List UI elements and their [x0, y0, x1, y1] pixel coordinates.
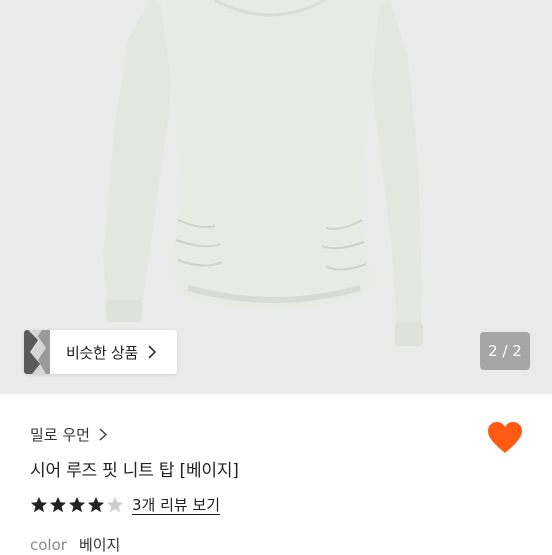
rating-row: 3개 리뷰 보기: [30, 494, 220, 515]
reviews-link[interactable]: 3개 리뷰 보기: [132, 494, 220, 515]
similar-products-label: 비슷한 상품: [66, 343, 138, 362]
star-rating: [30, 496, 124, 514]
star-icon: [106, 496, 124, 512]
chevron-right-icon: [99, 428, 108, 441]
heart-icon[interactable]: [487, 421, 523, 455]
product-title: 시어 루즈 핏 니트 탑 [베이지]: [30, 461, 239, 481]
color-label: color: [30, 535, 67, 554]
star-icon: [30, 496, 48, 512]
star-icon: [49, 496, 67, 512]
star-icon: [68, 496, 86, 512]
product-info-panel: 밀로 우먼 시어 루즈 핏 니트 탑 [베이지] 3개 리뷰 보기 color …: [0, 394, 552, 554]
brand-link[interactable]: 밀로 우먼: [30, 424, 108, 445]
image-page-indicator: 2 / 2: [480, 332, 530, 370]
similar-products-button[interactable]: 비슷한 상품: [24, 330, 177, 374]
chevron-right-icon: [148, 345, 157, 359]
product-image-gallery[interactable]: 비슷한 상품 2 / 2: [0, 0, 552, 394]
brand-name: 밀로 우먼: [30, 426, 90, 444]
similar-product-thumbnail: [24, 330, 50, 374]
star-icon: [87, 496, 105, 512]
